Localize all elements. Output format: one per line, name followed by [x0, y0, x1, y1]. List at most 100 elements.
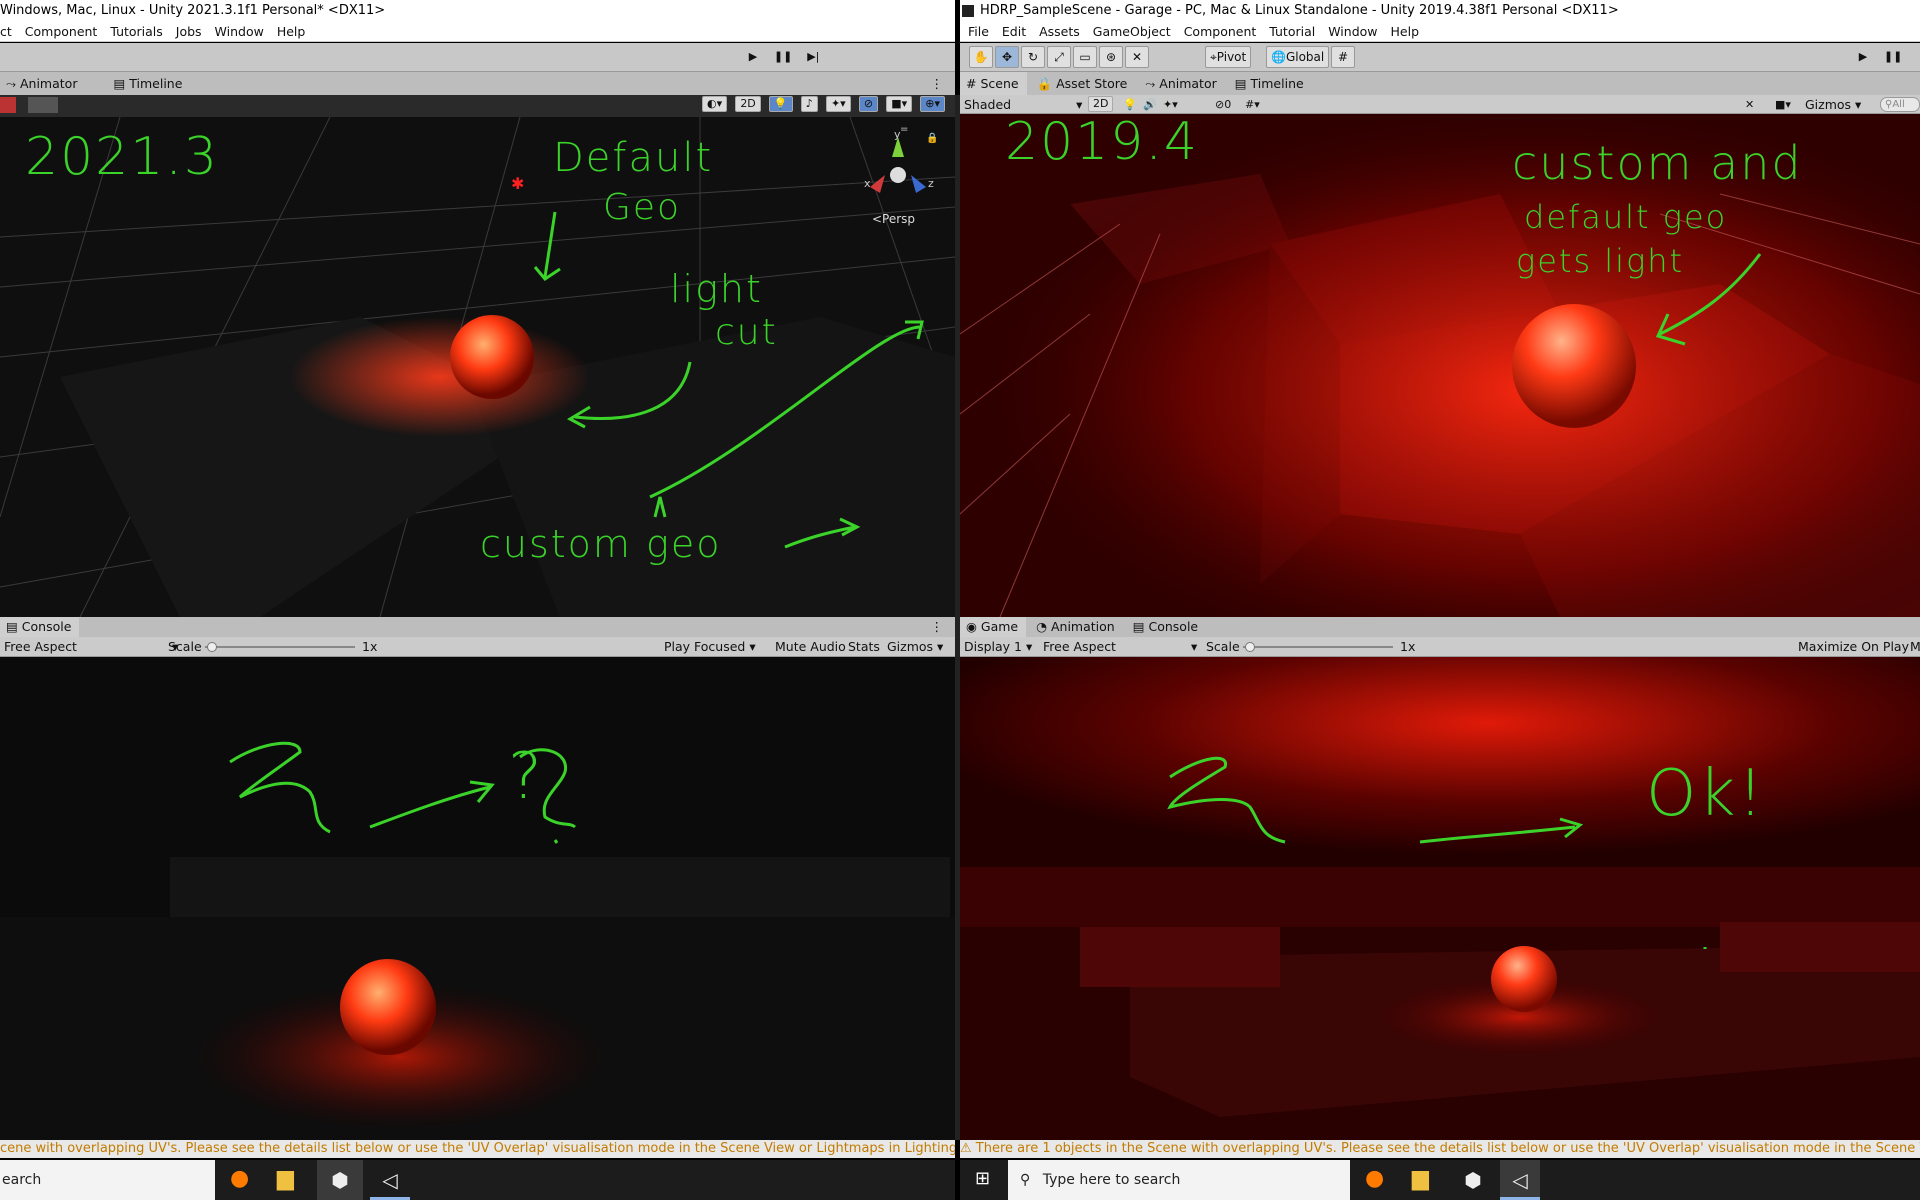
tools-icon[interactable]: ✕ [1745, 95, 1754, 113]
pivot-button[interactable]: ⌖Pivot [1205, 46, 1252, 68]
rect-tool-icon[interactable]: ▭ [1073, 46, 1097, 68]
tab-scene[interactable]: # Scene [960, 72, 1027, 95]
tab-timeline[interactable]: ▤ Timeline [107, 72, 190, 95]
file-explorer-icon[interactable]: ▆ [1412, 1166, 1429, 1191]
scene-search-input[interactable]: ⚲All [1880, 97, 1920, 112]
unity-hub-icon[interactable]: ⬢ [317, 1160, 363, 1200]
aspect-dropdown[interactable]: Free Aspect ▾ [4, 637, 178, 656]
left-scene-view[interactable]: = ✱ 2021.3 Default Geo light cut custom … [0, 117, 955, 617]
tab-asset-store[interactable]: 🔒 Asset Store [1031, 72, 1136, 95]
search-icon: ⚲ [1020, 1172, 1031, 1188]
gizmos-icon[interactable]: ⊕▾ [920, 96, 945, 112]
tab-animator[interactable]: ⤳ Animator [0, 72, 85, 95]
lighting-toggle-icon[interactable]: 💡 [768, 96, 793, 112]
menu-item-window[interactable]: Window [1328, 22, 1377, 41]
menu-item-help[interactable]: Help [1391, 22, 1420, 41]
play-focused-dropdown[interactable]: Play Focused ▾ [664, 637, 756, 656]
svg-text:=: = [900, 124, 908, 135]
persp-label[interactable]: <Persp [872, 212, 915, 226]
gizmos-label: Gizmos [887, 639, 934, 654]
kebab-menu-icon[interactable]: ⋮ [931, 72, 944, 95]
menu-item-component[interactable]: Component [25, 22, 98, 41]
tab-animation[interactable]: ◔ Animation [1030, 617, 1123, 637]
play-button[interactable]: ▶ [741, 46, 765, 68]
right-game-view[interactable]: Ok! [960, 657, 1920, 1140]
kebab-menu-icon[interactable]: ⋮ [931, 617, 944, 637]
menu-item-component[interactable]: Component [1184, 22, 1257, 41]
tab-console[interactable]: ▤ Console [0, 617, 80, 637]
menu-item-help[interactable]: Help [277, 22, 306, 41]
hidden-objects-toggle[interactable]: ⊘0 [1215, 95, 1231, 113]
audio-toggle-icon[interactable]: ♪ [800, 96, 818, 112]
scene-gizmo[interactable] [870, 137, 926, 193]
scale-slider[interactable] [1243, 642, 1398, 652]
play-button[interactable]: ▶ [1851, 46, 1875, 68]
tab-label: Animation [1050, 619, 1115, 634]
left-status-bar[interactable]: cene with overlapping UV's. Please see t… [0, 1140, 955, 1158]
maximize-on-play-button[interactable]: Maximize On Play [1798, 637, 1909, 656]
pause-button[interactable]: ❚❚ [771, 46, 795, 68]
lighting-toggle-icon[interactable]: 💡 [1123, 95, 1137, 113]
effects-icon[interactable]: ✦▾ [825, 96, 851, 112]
tool-icon[interactable] [0, 97, 16, 113]
tab-animator[interactable]: ⤳ Animator [1139, 72, 1224, 95]
scale-tool-icon[interactable]: ⤢ [1047, 46, 1071, 68]
firefox-icon[interactable]: ● [1365, 1166, 1384, 1191]
menu-item-window[interactable]: Window [215, 22, 264, 41]
file-explorer-icon[interactable]: ▆ [277, 1166, 294, 1191]
stats-button[interactable]: Stats [848, 637, 880, 656]
rotate-tool-icon[interactable]: ↻ [1021, 46, 1045, 68]
mute-audio-button-cut[interactable]: M [1910, 637, 1920, 656]
tab-console[interactable]: ▤ Console [1127, 617, 1206, 637]
grid-toggle-icon[interactable]: #▾ [1245, 95, 1260, 113]
unity-icon[interactable]: ◁ [1500, 1160, 1540, 1200]
menu-item-edit[interactable]: Edit [1002, 22, 1026, 41]
right-search-box[interactable]: ⚲ Type here to search [1008, 1160, 1350, 1200]
tab-game[interactable]: ◉ Game [960, 617, 1027, 637]
custom-tool-icon[interactable]: ✕ [1125, 46, 1149, 68]
right-status-bar[interactable]: ⚠ There are 1 objects in the Scene with … [960, 1140, 1920, 1158]
menu-item-file[interactable]: File [968, 22, 989, 41]
display-dropdown[interactable]: Display 1 ▾ [964, 637, 1032, 656]
camera-icon[interactable]: ■▾ [1775, 95, 1791, 113]
menu-item-jobs[interactable]: Jobs [176, 22, 202, 41]
scale-slider[interactable] [205, 642, 360, 652]
firefox-icon[interactable]: ● [230, 1166, 249, 1191]
grid-snap-icon[interactable]: # [1331, 46, 1355, 68]
audio-toggle-icon[interactable]: 🔊 [1143, 95, 1157, 113]
windows-start-icon[interactable]: ⊞ [975, 1168, 990, 1189]
menu-item-assets[interactable]: Assets [1039, 22, 1080, 41]
hand-tool-icon[interactable]: ✋ [969, 46, 993, 68]
mute-audio-button[interactable]: Mute Audio [775, 637, 846, 656]
mode-2d-button[interactable]: 2D [735, 96, 761, 112]
gizmos-dropdown[interactable]: Gizmos ▾ [887, 637, 943, 656]
hidden-objects-icon[interactable]: ⊘ [858, 96, 879, 112]
unity-icon[interactable]: ◁ [370, 1160, 410, 1200]
menu-item-tutorials[interactable]: Tutorials [110, 22, 162, 41]
status-message: There are 1 objects in the Scene with ov… [975, 1141, 1920, 1156]
tab-timeline[interactable]: ▤ Timeline [1229, 72, 1312, 95]
camera-icon[interactable]: ■▾ [886, 96, 913, 112]
left-search-box[interactable]: earch [0, 1160, 215, 1200]
grid-snap-icon[interactable] [28, 97, 58, 113]
effects-icon[interactable]: ✦▾ [1163, 95, 1178, 113]
shading-dropdown[interactable]: Shaded ▾ [964, 95, 1082, 113]
left-game-view[interactable] [0, 657, 955, 1140]
slider-thumb[interactable] [207, 642, 217, 652]
aspect-dropdown[interactable]: Free Aspect ▾ [1043, 637, 1197, 656]
mode-2d-button[interactable]: 2D [1088, 96, 1114, 112]
shading-mode-icon[interactable]: ◐▾ [702, 96, 728, 112]
slider-thumb[interactable] [1245, 642, 1255, 652]
menu-item-gameobject[interactable]: GameObject [1093, 22, 1171, 41]
lock-icon[interactable]: 🔒 [926, 133, 938, 144]
transform-tool-icon[interactable]: ⊛ [1099, 46, 1123, 68]
menu-item[interactable]: ct [0, 22, 12, 41]
menu-item-tutorial[interactable]: Tutorial [1269, 22, 1315, 41]
move-tool-icon[interactable]: ✥ [995, 46, 1019, 68]
right-scene-view[interactable]: 2019.4 custom and default geo gets light [960, 114, 1920, 617]
gizmos-dropdown[interactable]: Gizmos ▾ [1805, 95, 1861, 113]
unity-hub-icon[interactable]: ⬢ [1453, 1160, 1493, 1200]
global-button[interactable]: 🌐Global [1266, 46, 1330, 68]
pause-button[interactable]: ❚❚ [1881, 46, 1905, 68]
step-button[interactable]: ▶| [801, 46, 825, 68]
